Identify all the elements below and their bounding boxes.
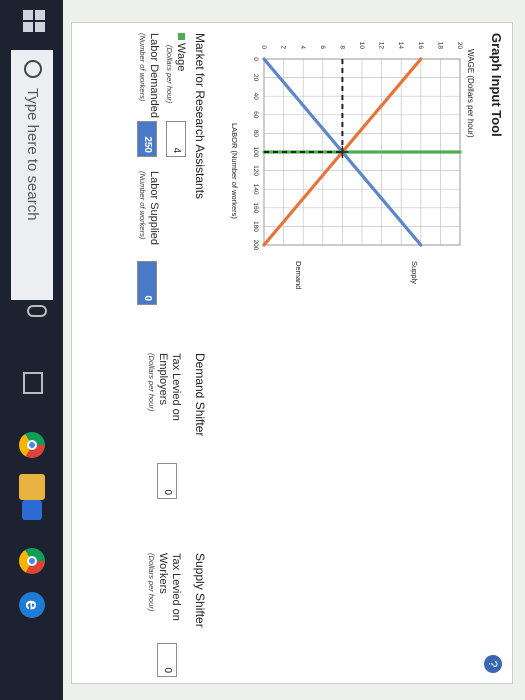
y-tick-label: 10 [358, 42, 365, 50]
supply-curve-label: Supply [410, 261, 419, 284]
x-tick-label: 60 [252, 111, 259, 119]
labor-demanded-label: Labor Demanded [148, 33, 160, 119]
demand-curve-label: Demand [294, 261, 303, 289]
supply-tax-label: Tax Levied on [170, 553, 182, 621]
demand-tax-label-employers: Employers [157, 353, 169, 405]
supply-tax-input[interactable]: 0 [157, 643, 177, 677]
x-tick-label: 160 [252, 202, 259, 213]
x-tick-label: 100 [252, 147, 259, 158]
supply-shifter-title: Supply Shifter [193, 553, 207, 628]
wage-unit: (Dollars per hour) [165, 45, 174, 104]
taskbar: Type here to search e [0, 0, 63, 700]
file-explorer-icon[interactable] [19, 474, 45, 500]
labor-demanded-unit: (Number of workers) [138, 33, 147, 102]
y-tick-label: 20 [456, 42, 463, 50]
screen: Graph Input Tool ? 0 20 40 60 80 100 120 140 160… [0, 0, 525, 700]
demand-tax-unit: (Dollars per hour) [147, 353, 156, 412]
supply-tax-unit: (Dollars per hour) [147, 553, 156, 612]
labor-demanded-value: 250 [137, 121, 157, 157]
y-axis-label: WAGE (Dollars per hour) [466, 49, 475, 138]
x-tick-label: 20 [252, 74, 259, 82]
y-tick-label: 14 [397, 42, 404, 50]
chart[interactable]: 0 20 40 60 80 100 120 140 160 180 200 0 2 4 6 8 10 12 14 16… [212, 23, 482, 683]
demand-tax-label: Tax Levied on [170, 353, 182, 421]
x-tick-label: 200 [252, 240, 259, 251]
x-tick-label: 0 [252, 57, 259, 61]
x-tick-label: 80 [252, 130, 259, 138]
chrome-icon-2[interactable] [19, 548, 45, 574]
search-input[interactable]: Type here to search [11, 50, 53, 300]
x-tick-label: 180 [252, 221, 259, 232]
chrome-icon[interactable] [19, 432, 45, 458]
y-tick-label: 6 [319, 45, 326, 49]
wage-label: Wage [175, 33, 187, 71]
y-tick-label: 8 [338, 45, 345, 49]
x-tick-label: 120 [252, 165, 259, 176]
y-tick-label: 0 [260, 45, 267, 49]
wage-swatch [178, 33, 185, 40]
supply-tax-label-workers: Workers [157, 553, 169, 594]
labor-supplied-label: Labor Supplied [148, 171, 160, 246]
microphone-icon[interactable] [27, 305, 47, 317]
graph-input-tool-window: Graph Input Tool ? 0 20 40 60 80 100 120 140 160… [71, 22, 513, 684]
y-tick-label: 12 [378, 42, 385, 50]
x-tick-label: 140 [252, 184, 259, 195]
search-icon [24, 60, 42, 78]
search-placeholder: Type here to search [24, 88, 41, 221]
x-axis-label: LABOR (Number of workers) [230, 123, 239, 219]
demand-tax-input[interactable]: 0 [157, 463, 177, 499]
y-tick-label: 16 [417, 42, 424, 50]
windows-start-icon[interactable] [21, 10, 45, 34]
demand-shifter-title: Demand Shifter [193, 353, 207, 437]
market-title: Market for Research Assistants [193, 33, 207, 200]
y-tick-label: 18 [436, 42, 443, 50]
y-tick-label: 2 [280, 45, 287, 49]
task-view-icon[interactable] [23, 372, 43, 394]
y-tick-label: 4 [299, 45, 306, 49]
help-button[interactable]: ? [484, 655, 502, 673]
edge-icon[interactable]: e [19, 592, 45, 618]
x-tick-label: 40 [252, 93, 259, 101]
labor-supplied-unit: (Number of workers) [138, 171, 147, 240]
wage-input[interactable]: 4 [166, 121, 186, 157]
window-title: Graph Input Tool [489, 33, 504, 137]
wage-label-text: Wage [175, 43, 187, 72]
store-icon[interactable] [22, 500, 42, 520]
labor-supplied-value: 0 [137, 261, 157, 305]
